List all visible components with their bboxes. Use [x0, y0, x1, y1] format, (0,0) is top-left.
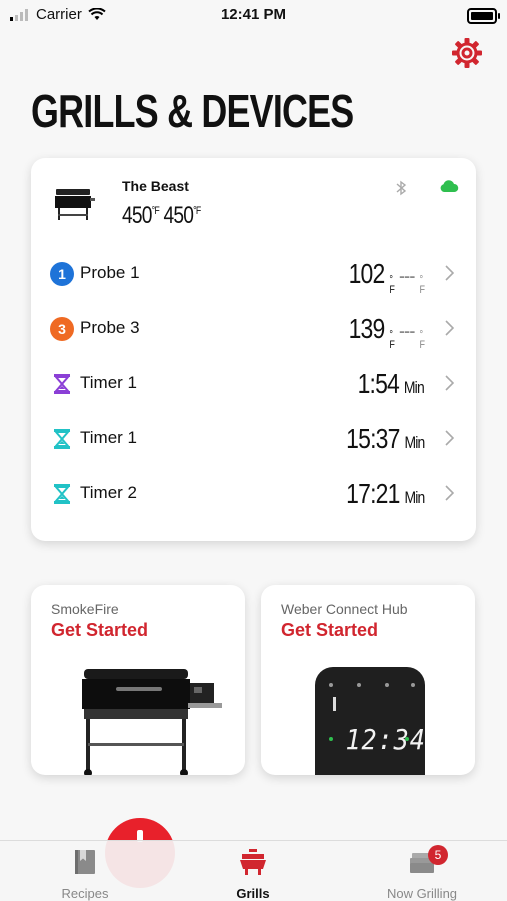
- row-label: Timer 1: [80, 373, 137, 392]
- tab-bar: Recipes Grills 5 Now Grilling: [0, 840, 507, 901]
- status-bar: Carrier 12:41 PM: [0, 0, 507, 28]
- get-started-link[interactable]: Get Started: [281, 620, 378, 641]
- cloud-icon: [440, 180, 459, 192]
- list-item-timer-1b[interactable]: Timer 1 15:37 Min: [31, 411, 476, 466]
- grill-icon: [55, 189, 95, 220]
- grill-temp-1: 450: [122, 202, 152, 229]
- tab-label: Recipes: [61, 886, 109, 901]
- hourglass-icon: [53, 429, 71, 449]
- tab-now-grilling[interactable]: 5 Now Grilling: [362, 845, 482, 901]
- list-item-timer-1[interactable]: Timer 1 1:54 Min: [31, 356, 476, 411]
- row-value: 102 ° F --- ° F: [348, 258, 424, 296]
- grill-name: The Beast: [122, 178, 189, 194]
- tab-label: Grills: [236, 886, 270, 901]
- list-item-timer-2[interactable]: Timer 2 17:21 Min: [31, 466, 476, 521]
- list-item-probe-1[interactable]: 1 Probe 1 102 ° F --- ° F: [31, 246, 476, 301]
- smokefire-grill-image: [82, 669, 222, 775]
- hub-display-time: 12:34: [345, 723, 426, 756]
- battery-icon: [467, 8, 500, 24]
- row-value: 15:37 Min: [345, 423, 425, 454]
- smokefire-card[interactable]: SmokeFire Get Started: [31, 585, 245, 775]
- chevron-right-icon: [445, 265, 454, 281]
- row-value: 139 ° F --- ° F: [348, 313, 424, 351]
- row-label: Timer 1: [80, 428, 137, 447]
- recipes-book-icon: [75, 850, 95, 874]
- probe-badge-icon: 3: [50, 317, 74, 341]
- now-grilling-badge: 5: [428, 845, 448, 865]
- chevron-right-icon: [445, 485, 454, 501]
- degree-unit: °F: [151, 205, 160, 217]
- grill-temp-2: 450: [163, 202, 194, 229]
- page-title: GRILLS & DEVICES: [31, 85, 354, 137]
- connect-hub-image: 12:34: [315, 667, 425, 775]
- row-value: 1:54 Min: [357, 368, 425, 399]
- chevron-right-icon: [445, 430, 454, 446]
- tab-recipes[interactable]: Recipes: [25, 849, 145, 901]
- settings-gear-icon[interactable]: [451, 37, 483, 69]
- hourglass-icon: [53, 484, 71, 504]
- connect-hub-card[interactable]: Weber Connect Hub Get Started 12:34: [261, 585, 475, 775]
- get-started-link[interactable]: Get Started: [51, 620, 148, 641]
- hourglass-icon: [53, 374, 71, 394]
- row-value: 17:21 Min: [345, 478, 425, 509]
- row-label: Probe 1: [80, 263, 140, 282]
- degree-unit: °F: [193, 205, 201, 217]
- card-caption: Weber Connect Hub: [281, 601, 408, 617]
- row-label: Probe 3: [80, 318, 140, 337]
- tab-grills[interactable]: Grills: [193, 849, 313, 901]
- grill-temps: 450°F 450°F: [122, 202, 201, 230]
- status-time: 12:41 PM: [220, 6, 287, 23]
- row-label: Timer 2: [80, 483, 137, 502]
- card-caption: SmokeFire: [51, 601, 119, 617]
- tab-label: Now Grilling: [386, 886, 458, 901]
- list-item-probe-3[interactable]: 3 Probe 3 139 ° F --- ° F: [31, 301, 476, 356]
- bluetooth-icon: [396, 180, 407, 196]
- device-card[interactable]: The Beast 450°F 450°F 1 Probe 1 102 ° F --…: [31, 158, 476, 541]
- chevron-right-icon: [445, 320, 454, 336]
- chevron-right-icon: [445, 375, 454, 391]
- probe-badge-icon: 1: [50, 262, 74, 286]
- grill-tab-icon: [240, 849, 266, 875]
